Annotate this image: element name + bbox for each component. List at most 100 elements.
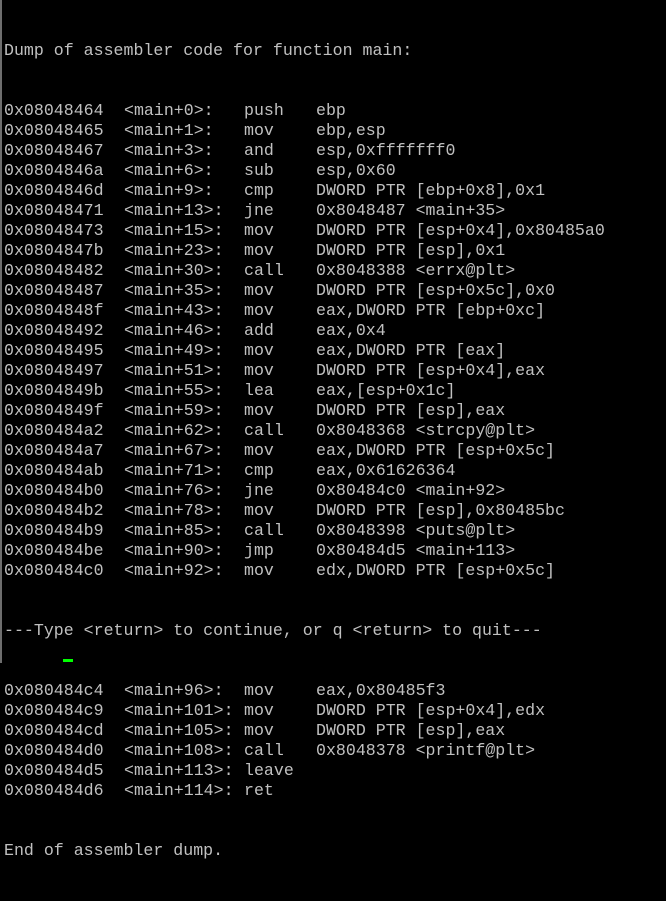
instruction-operands: 0x8048368 <strcpy@plt> xyxy=(316,421,536,440)
instruction-row: 0x08048471 <main+13>: jne 0x8048487 <main+3… xyxy=(4,201,666,221)
instruction-address: 0x0804848f xyxy=(4,301,104,320)
instruction-symbol: <main+3>: xyxy=(124,141,214,160)
instruction-row: 0x080484a7 <main+67>: mov eax,DWORD PTR [es… xyxy=(4,441,666,461)
terminal-window[interactable]: Dump of assembler code for function main… xyxy=(0,0,666,860)
instruction-row: 0x080484b9 <main+85>: call 0x8048398 <puts@… xyxy=(4,521,666,541)
instruction-operands: DWORD PTR [esp+0x4],0x80485a0 xyxy=(316,221,605,240)
instruction-row: 0x0804849b <main+55>: lea eax,[esp+0x1c] xyxy=(4,381,666,401)
instruction-operands: ebp,esp xyxy=(316,121,386,140)
instruction-address: 0x080484a7 xyxy=(4,441,104,460)
instruction-operands: DWORD PTR [esp],eax xyxy=(316,401,506,420)
instruction-mnemonic: mov xyxy=(244,241,274,260)
instruction-address: 0x0804846a xyxy=(4,161,104,180)
instruction-address: 0x0804849f xyxy=(4,401,104,420)
instruction-symbol: <main+105>: xyxy=(124,721,234,740)
instruction-mnemonic: jne xyxy=(244,201,274,220)
instruction-address: 0x080484b2 xyxy=(4,501,104,520)
instruction-mnemonic: call xyxy=(244,421,284,440)
instruction-operands: eax,0x80485f3 xyxy=(316,681,446,700)
instruction-operands: DWORD PTR [esp+0x4],edx xyxy=(316,701,546,720)
instruction-operands: 0x8048487 <main+35> xyxy=(316,201,506,220)
instruction-mnemonic: mov xyxy=(244,561,274,580)
instruction-row: 0x080484c0 <main+92>: mov edx,DWORD PTR [es… xyxy=(4,561,666,581)
instruction-symbol: <main+55>: xyxy=(124,381,224,400)
instruction-mnemonic: mov xyxy=(244,301,274,320)
instruction-row: 0x08048495 <main+49>: mov eax,DWORD PTR [ea… xyxy=(4,341,666,361)
instruction-address: 0x080484b0 xyxy=(4,481,104,500)
instruction-address: 0x080484a2 xyxy=(4,421,104,440)
instruction-row: 0x080484cd <main+105>: mov DWORD PTR [esp],… xyxy=(4,721,666,741)
instruction-symbol: <main+43>: xyxy=(124,301,224,320)
instruction-operands: eax,DWORD PTR [eax] xyxy=(316,341,506,360)
instruction-address: 0x080484be xyxy=(4,541,104,560)
instruction-operands: eax,0x61626364 xyxy=(316,461,456,480)
instruction-symbol: <main+9>: xyxy=(124,181,214,200)
instruction-symbol: <main+6>: xyxy=(124,161,214,180)
instruction-operands: 0x8048398 <puts@plt> xyxy=(316,521,516,540)
instruction-symbol: <main+15>: xyxy=(124,221,224,240)
instruction-address: 0x0804847b xyxy=(4,241,104,260)
instruction-symbol: <main+67>: xyxy=(124,441,224,460)
instruction-row: 0x0804846a <main+6>: sub esp,0x60 xyxy=(4,161,666,181)
instruction-operands: DWORD PTR [esp+0x4],eax xyxy=(316,361,546,380)
instruction-mnemonic: mov xyxy=(244,221,274,240)
instruction-symbol: <main+101>: xyxy=(124,701,234,720)
instruction-operands: DWORD PTR [ebp+0x8],0x1 xyxy=(316,181,546,200)
instruction-address: 0x080484c4 xyxy=(4,681,104,700)
instruction-mnemonic: leave xyxy=(244,761,294,780)
instruction-row: 0x08048482 <main+30>: call 0x8048388 <errx@… xyxy=(4,261,666,281)
instruction-address: 0x080484b9 xyxy=(4,521,104,540)
instruction-address: 0x080484d5 xyxy=(4,761,104,780)
instruction-mnemonic: cmp xyxy=(244,461,274,480)
instruction-address: 0x08048473 xyxy=(4,221,104,240)
instruction-symbol: <main+30>: xyxy=(124,261,224,280)
instruction-mnemonic: add xyxy=(244,321,274,340)
instruction-symbol: <main+51>: xyxy=(124,361,224,380)
instruction-row: 0x08048464 <main+0>: push ebp xyxy=(4,101,666,121)
instruction-operands: esp,0xfffffff0 xyxy=(316,141,456,160)
instruction-operands: DWORD PTR [esp+0x5c],0x0 xyxy=(316,281,555,300)
instruction-row: 0x08048465 <main+1>: mov ebp,esp xyxy=(4,121,666,141)
instruction-operands: 0x80484c0 <main+92> xyxy=(316,481,506,500)
instruction-operands: 0x8048378 <printf@plt> xyxy=(316,741,536,760)
instruction-symbol: <main+62>: xyxy=(124,421,224,440)
instruction-mnemonic: sub xyxy=(244,161,274,180)
instruction-address: 0x0804846d xyxy=(4,181,104,200)
dump-footer: End of assembler dump. xyxy=(4,841,224,860)
instruction-address: 0x0804849b xyxy=(4,381,104,400)
instruction-row: 0x080484d6 <main+114>: ret xyxy=(4,781,666,801)
instruction-operands: eax,0x4 xyxy=(316,321,386,340)
instruction-list-page2: 0x080484c4 <main+96>: mov eax,0x80485f3 0x08… xyxy=(4,681,666,801)
instruction-address: 0x08048487 xyxy=(4,281,104,300)
instruction-symbol: <main+59>: xyxy=(124,401,224,420)
instruction-row: 0x080484c4 <main+96>: mov eax,0x80485f3 xyxy=(4,681,666,701)
instruction-mnemonic: mov xyxy=(244,701,274,720)
instruction-operands: 0x80484d5 <main+113> xyxy=(316,541,516,560)
instruction-symbol: <main+49>: xyxy=(124,341,224,360)
instruction-symbol: <main+90>: xyxy=(124,541,224,560)
instruction-operands: eax,DWORD PTR [esp+0x5c] xyxy=(316,441,555,460)
instruction-symbol: <main+71>: xyxy=(124,461,224,480)
instruction-mnemonic: call xyxy=(244,521,284,540)
instruction-mnemonic: mov xyxy=(244,121,274,140)
instruction-row: 0x08048497 <main+51>: mov DWORD PTR [esp+0x… xyxy=(4,361,666,381)
instruction-row: 0x080484c9 <main+101>: mov DWORD PTR [esp+0… xyxy=(4,701,666,721)
instruction-mnemonic: lea xyxy=(244,381,274,400)
instruction-address: 0x08048492 xyxy=(4,321,104,340)
instruction-row: 0x080484d5 <main+113>: leave xyxy=(4,761,666,781)
instruction-address: 0x080484d0 xyxy=(4,741,104,760)
instruction-symbol: <main+85>: xyxy=(124,521,224,540)
instruction-row: 0x080484b2 <main+78>: mov DWORD PTR [esp],0… xyxy=(4,501,666,521)
instruction-row: 0x08048487 <main+35>: mov DWORD PTR [esp+0x… xyxy=(4,281,666,301)
instruction-mnemonic: ret xyxy=(244,781,274,800)
instruction-address: 0x08048497 xyxy=(4,361,104,380)
instruction-address: 0x08048495 xyxy=(4,341,104,360)
instruction-mnemonic: jne xyxy=(244,481,274,500)
instruction-operands: eax,[esp+0x1c] xyxy=(316,381,456,400)
instruction-mnemonic: call xyxy=(244,741,284,760)
instruction-symbol: <main+23>: xyxy=(124,241,224,260)
terminal-cursor xyxy=(63,659,73,662)
instruction-row: 0x08048467 <main+3>: and esp,0xfffffff0 xyxy=(4,141,666,161)
instruction-row: 0x080484ab <main+71>: cmp eax,0x61626364 xyxy=(4,461,666,481)
instruction-mnemonic: mov xyxy=(244,281,274,300)
